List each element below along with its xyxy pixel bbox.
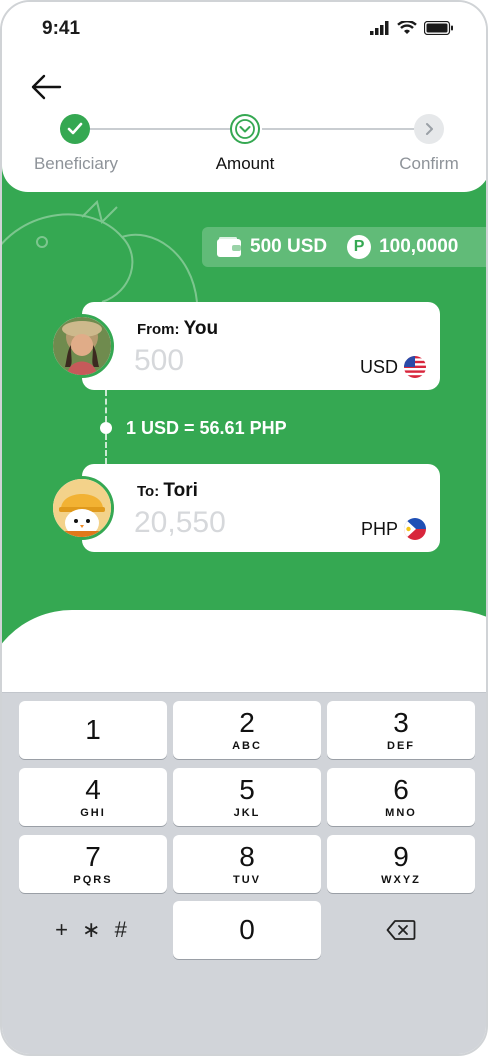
key-letters: JKL: [233, 807, 261, 819]
key-digit: 1: [85, 714, 101, 745]
chevron-down-icon: [235, 119, 255, 139]
symbols-label: + ∗ #: [55, 917, 131, 942]
to-currency-code: PHP: [360, 518, 398, 539]
battery-icon: [424, 21, 453, 35]
key-letters: GHI: [80, 807, 106, 819]
rate-dot: [100, 422, 112, 434]
avatar-tori: [50, 476, 114, 540]
avatar-you: [50, 314, 114, 378]
key-digit: 8: [239, 841, 255, 872]
check-icon: [67, 122, 83, 135]
step-beneficiary-label: Beneficiary: [33, 154, 119, 173]
key-2[interactable]: 2 ABC: [173, 701, 321, 759]
key-digit: 7: [85, 841, 101, 872]
chevron-right-icon: [426, 123, 433, 135]
from-title: From: You: [137, 318, 218, 340]
key-0[interactable]: 0: [173, 901, 321, 959]
to-currency-selector[interactable]: PHP: [361, 518, 426, 540]
step-confirm-indicator[interactable]: [414, 114, 444, 144]
wallet-icon: [217, 237, 241, 257]
to-amount-card[interactable]: To: Tori 20,550 PHP: [82, 464, 440, 552]
step-amount-label: Amount: [215, 154, 275, 173]
from-amount-card[interactable]: From: You 500 USD: [82, 302, 440, 390]
status-time: 9:41: [42, 18, 81, 39]
to-name: Tori: [163, 480, 198, 501]
ph-flag-icon: [404, 518, 426, 540]
wifi-icon: [397, 21, 417, 34]
to-amount-input[interactable]: 20,550: [134, 506, 226, 540]
key-digit: 5: [239, 774, 255, 805]
key-3[interactable]: 3 DEF: [327, 701, 475, 759]
p-coin-icon: P: [347, 235, 372, 259]
from-name: You: [183, 318, 219, 339]
key-digit: 4: [85, 774, 101, 805]
us-flag-icon: [404, 356, 426, 378]
key-5[interactable]: 5 JKL: [173, 768, 321, 826]
key-letters: PQRS: [73, 874, 113, 886]
usd-balance: 500 USD: [250, 236, 328, 257]
exchange-rate: 1 USD = 56.61 PHP: [126, 418, 287, 438]
from-amount-input[interactable]: 500: [134, 344, 184, 378]
step-amount-indicator[interactable]: [230, 114, 260, 144]
key-9[interactable]: 9 WXYZ: [327, 835, 475, 893]
key-digit: 3: [393, 707, 409, 738]
balance-bar: 500 USD P 100,0000: [202, 227, 486, 267]
key-1[interactable]: 1: [19, 701, 167, 759]
key-letters: MNO: [385, 807, 417, 819]
person-photo-icon: [53, 317, 111, 375]
key-letters: TUV: [233, 874, 261, 886]
key-6[interactable]: 6 MNO: [327, 768, 475, 826]
status-bar: 9:41: [2, 2, 486, 58]
from-currency-code: USD: [359, 356, 398, 377]
points-balance: 100,0000: [379, 236, 459, 257]
backspace-icon: [386, 920, 416, 940]
phone-screen: 9:41 Beneficiary Amount Confirm 500 USD …: [0, 0, 488, 1056]
back-button[interactable]: [30, 72, 66, 104]
to-prefix: To:: [137, 483, 160, 500]
mascot-avatar-icon: [53, 479, 111, 537]
step-confirm-label: Confirm: [399, 154, 459, 173]
key-symbols[interactable]: + ∗ #: [19, 901, 167, 959]
step-connector: [90, 128, 230, 130]
key-digit: 0: [239, 914, 255, 945]
status-icons: [370, 21, 454, 35]
key-digit: 6: [393, 774, 409, 805]
key-8[interactable]: 8 TUV: [173, 835, 321, 893]
rate-connector-top: [105, 390, 107, 422]
progress-stepper: Beneficiary Amount Confirm: [2, 112, 486, 182]
key-letters: WXYZ: [381, 874, 421, 886]
numeric-keypad: 1 2 ABC 3 DEF 4 GHI 5 JKL 6 MNO 7 PQRS 8…: [2, 692, 486, 1054]
step-beneficiary-indicator[interactable]: [60, 114, 90, 144]
green-background-tail: [2, 562, 122, 612]
mascot-doodle-icon: [2, 200, 198, 303]
signal-icon: [370, 21, 389, 35]
key-backspace[interactable]: [327, 901, 475, 959]
key-4[interactable]: 4 GHI: [19, 768, 167, 826]
arrow-left-icon: [31, 74, 62, 100]
key-digit: 9: [393, 841, 409, 872]
step-connector: [262, 128, 414, 130]
to-title: To: Tori: [137, 480, 198, 502]
rate-connector-bottom: [105, 434, 107, 464]
from-currency-selector[interactable]: USD: [360, 356, 426, 378]
from-prefix: From:: [137, 321, 180, 338]
key-letters: ABC: [232, 740, 262, 752]
key-7[interactable]: 7 PQRS: [19, 835, 167, 893]
key-digit: 2: [239, 707, 255, 738]
key-letters: DEF: [387, 740, 415, 752]
